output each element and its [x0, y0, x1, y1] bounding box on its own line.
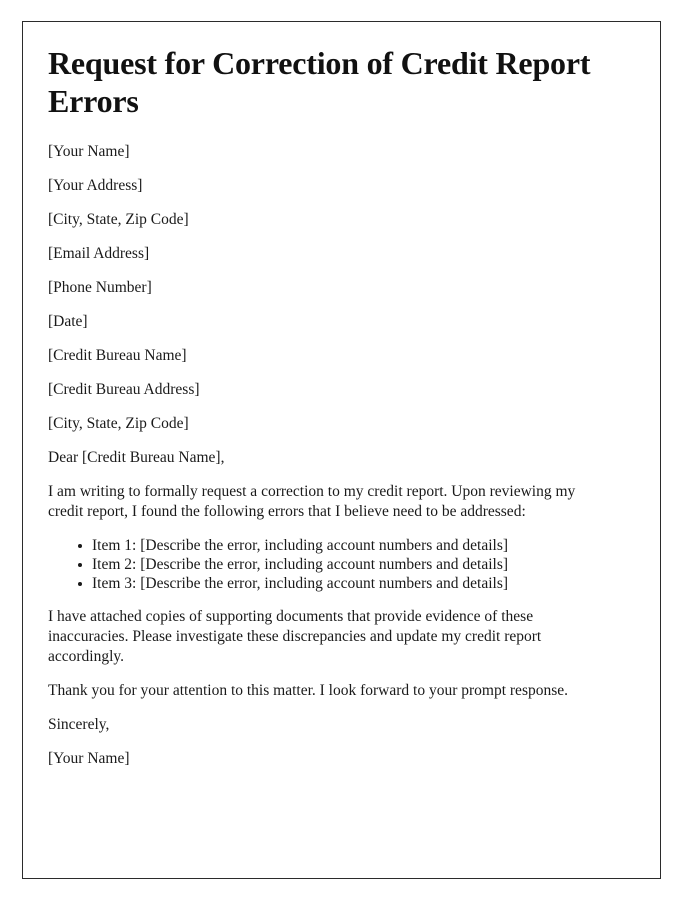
list-item-label: Item 2: [Describe the error, including a… — [92, 556, 509, 573]
bullet-point-icon — [78, 563, 82, 567]
intro-paragraph: I am writing to formally request a corre… — [48, 483, 576, 520]
bullet-point-icon — [78, 544, 82, 548]
error-items-list: Item 1: [Describe the error, including a… — [48, 536, 598, 593]
recipient-city-state-zip-line: [City, State, Zip Code] — [48, 415, 189, 432]
page-title: Request for Correction of Credit Report … — [48, 45, 591, 119]
attachments-paragraph: I have attached copies of supporting doc… — [48, 608, 542, 665]
letter-page: Request for Correction of Credit Report … — [22, 21, 661, 879]
sender-phone-line: [Phone Number] — [48, 279, 152, 296]
date-line: [Date] — [48, 313, 88, 330]
list-item-label: Item 3: [Describe the error, including a… — [92, 575, 509, 592]
letter-content: Request for Correction of Credit Report … — [48, 44, 598, 783]
sender-name-line: [Your Name] — [48, 143, 130, 160]
bullet-point-icon — [78, 582, 82, 586]
sender-city-state-zip-line: [City, State, Zip Code] — [48, 211, 189, 228]
sender-address-line: [Your Address] — [48, 177, 143, 194]
salutation-line: Dear [Credit Bureau Name], — [48, 449, 225, 466]
recipient-address-line: [Credit Bureau Address] — [48, 381, 200, 398]
signature-name-line: [Your Name] — [48, 750, 130, 767]
sender-email-line: [Email Address] — [48, 245, 150, 262]
closing-paragraph: Thank you for your attention to this mat… — [48, 682, 569, 699]
list-item-label: Item 1: [Describe the error, including a… — [92, 537, 509, 554]
recipient-name-line: [Credit Bureau Name] — [48, 347, 187, 364]
list-item: Item 2: [Describe the error, including a… — [78, 555, 598, 574]
sign-off-line: Sincerely, — [48, 716, 110, 733]
list-item: Item 3: [Describe the error, including a… — [78, 574, 598, 593]
list-item: Item 1: [Describe the error, including a… — [78, 536, 598, 555]
